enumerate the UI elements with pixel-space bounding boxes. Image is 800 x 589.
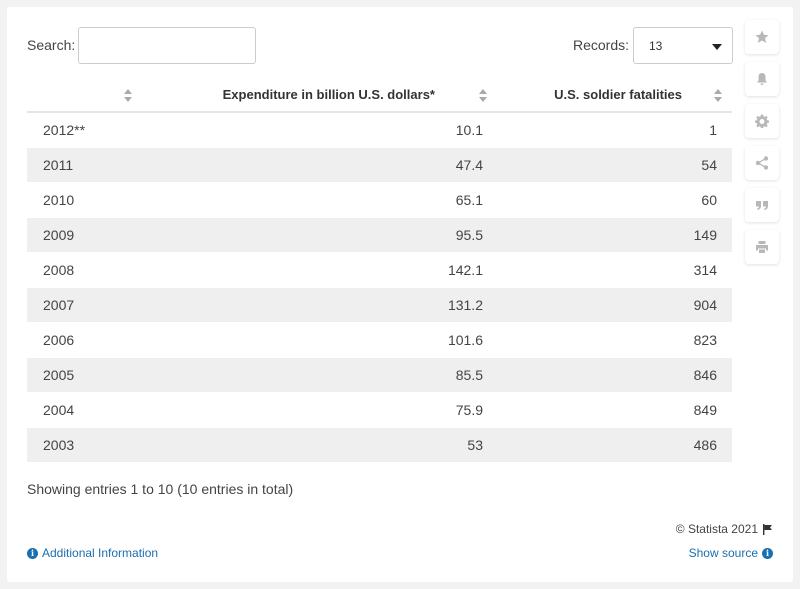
table-row: 2008 142.1 314 [27,252,732,288]
column-header-year[interactable] [27,78,142,113]
cell-year: 2012** [27,112,142,148]
records-selected-value: 13 [649,39,663,53]
star-icon [755,30,769,43]
sort-icon [124,89,132,102]
copyright[interactable]: © Statista 2021 [676,522,773,536]
gear-icon [755,114,769,128]
sort-icon [714,89,722,102]
cell-fatalities: 54 [497,147,732,183]
column-header-expenditure[interactable]: Expenditure in billion U.S. dollars* [142,78,497,113]
print-icon [756,241,768,253]
cell-expenditure: 53 [142,427,497,463]
share-icon [755,156,769,170]
data-table: Expenditure in billion U.S. dollars* U.S… [27,78,732,463]
table-row: 2007 131.2 904 [27,287,732,323]
search-label: Search: [27,37,76,53]
cell-year: 2009 [27,217,142,253]
cell-expenditure: 142.1 [142,252,497,288]
records-label: Records: [573,37,630,53]
info-icon: i [762,547,773,559]
settings-button[interactable] [745,104,779,138]
print-button[interactable] [745,230,779,264]
cell-expenditure: 47.4 [142,147,497,183]
cell-fatalities: 1 [497,112,732,148]
cell-year: 2006 [27,322,142,358]
cell-year: 2008 [27,252,142,288]
quote-icon [756,201,768,210]
table-row: 2005 85.5 846 [27,357,732,393]
show-source-link[interactable]: Show source i [689,546,773,560]
cell-expenditure: 65.1 [142,182,497,218]
copyright-text: © Statista 2021 [675,522,758,536]
additional-information-link[interactable]: i Additional Information [27,546,158,560]
cell-fatalities: 60 [497,182,732,218]
cell-fatalities: 149 [497,217,732,253]
cell-expenditure: 131.2 [142,287,497,323]
table-row: 2010 65.1 60 [27,182,732,218]
share-button[interactable] [745,146,779,180]
info-icon: i [27,547,38,559]
cell-fatalities: 904 [497,287,732,323]
table-row: 2009 95.5 149 [27,217,732,253]
flag-icon [763,523,772,535]
cell-year: 2005 [27,357,142,393]
search-input[interactable] [78,27,256,64]
sort-icon [479,89,487,102]
cell-year: 2010 [27,182,142,218]
cell-expenditure: 95.5 [142,217,497,253]
cell-expenditure: 10.1 [142,112,497,148]
table-row: 2003 53 486 [27,427,732,463]
table-header-row: Expenditure in billion U.S. dollars* U.S… [27,78,732,113]
cell-year: 2007 [27,287,142,323]
table-row: 2006 101.6 823 [27,322,732,358]
records-select[interactable]: 13 [633,27,733,64]
cell-fatalities: 486 [497,427,732,463]
favorite-button[interactable] [745,20,779,54]
column-header-fatalities[interactable]: U.S. soldier fatalities [497,78,732,113]
table-row: 2004 75.9 849 [27,392,732,428]
notification-button[interactable] [745,62,779,96]
cite-button[interactable] [745,188,779,222]
cell-fatalities: 823 [497,322,732,358]
entries-summary: Showing entries 1 to 10 (10 entries in t… [27,481,294,497]
bell-icon [757,73,767,85]
cell-year: 2003 [27,427,142,463]
table-row: 2012** 10.1 1 [27,112,732,148]
additional-information-text: Additional Information [42,546,159,560]
show-source-text: Show source [688,546,758,560]
cell-fatalities: 846 [497,357,732,393]
cell-fatalities: 314 [497,252,732,288]
cell-year: 2011 [27,147,142,183]
cell-expenditure: 75.9 [142,392,497,428]
cell-fatalities: 849 [497,392,732,428]
cell-year: 2004 [27,392,142,428]
table-row: 2011 47.4 54 [27,147,732,183]
cell-expenditure: 85.5 [142,357,497,393]
cell-expenditure: 101.6 [142,322,497,358]
chevron-down-icon [712,44,722,50]
